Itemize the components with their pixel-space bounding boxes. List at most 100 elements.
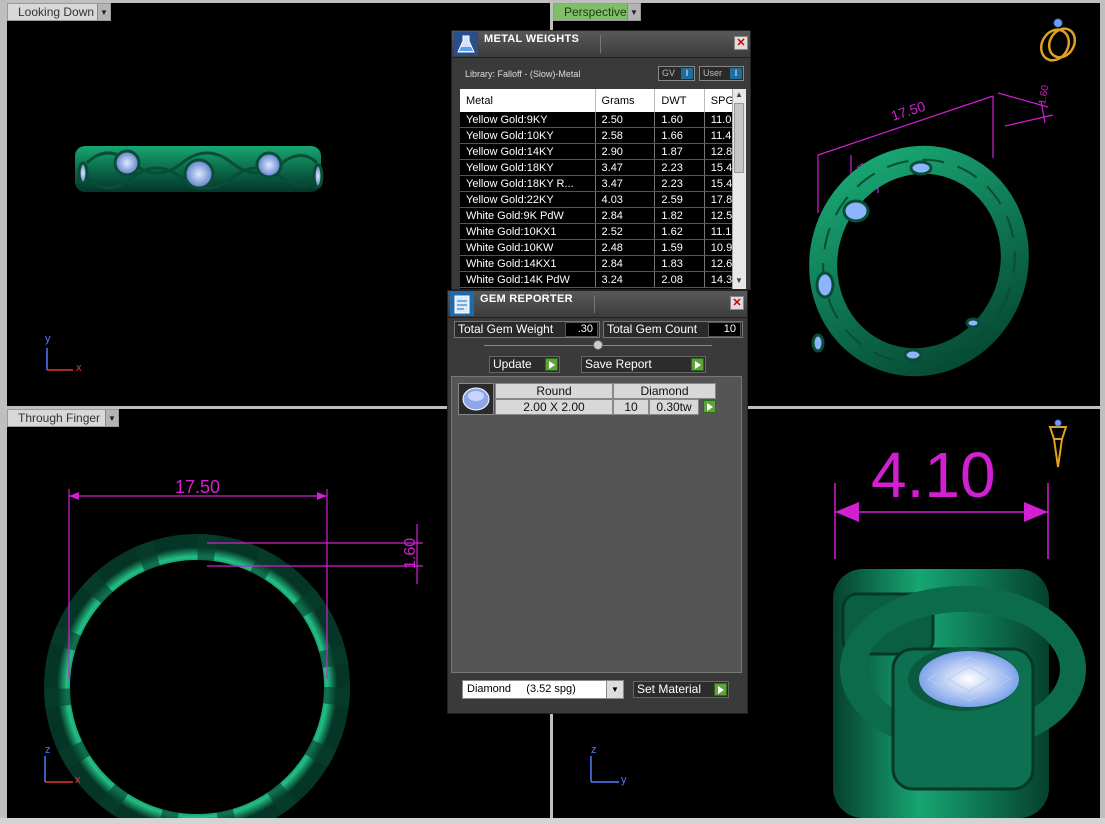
table-cell-grams: 2.50	[595, 112, 656, 128]
table-cell-dwt: 2.23	[654, 175, 705, 192]
table-row[interactable]: White Gold:14KX1 2.84 1.83 12.62	[460, 255, 746, 272]
table-cell-grams: 2.84	[595, 255, 656, 272]
set-material-button[interactable]: Set Material	[633, 681, 729, 698]
table-row[interactable]: White Gold:14K PdW 3.24 2.08 14.37	[460, 271, 746, 288]
toggle-knob-icon: I	[681, 68, 693, 79]
gem-size: 2.00 X 2.00	[495, 399, 613, 415]
library-label: Library: Falloff - (Slow)-Metal	[465, 69, 581, 79]
gv-toggle-label: GV	[662, 68, 676, 78]
table-cell-metal: White Gold:9K PdW	[460, 207, 596, 224]
panel-title: GEM REPORTER	[480, 293, 573, 305]
table-row[interactable]: White Gold:10KW 2.48 1.59 10.99	[460, 239, 746, 256]
material-select[interactable]: Diamond (3.52 spg) ▼	[462, 680, 624, 699]
table-cell-grams: 3.47	[595, 159, 656, 176]
table-cell-metal: Yellow Gold:18KY R...	[460, 175, 596, 192]
table-row[interactable]: Yellow Gold:10KY 2.58 1.66 11.45	[460, 127, 746, 144]
scroll-down-icon[interactable]: ▼	[733, 276, 745, 288]
table-row[interactable]: White Gold:10KX1 2.52 1.62 11.18	[460, 223, 746, 240]
gem-row-go-button[interactable]	[700, 400, 716, 415]
table-cell-dwt: 1.82	[654, 207, 705, 224]
axis-x-label: x	[75, 774, 81, 786]
table-cell-grams: 2.90	[595, 143, 656, 160]
table-cell-grams: 3.24	[595, 271, 656, 288]
table-cell-dwt: 1.60	[654, 112, 705, 128]
table-cell-dwt: 2.59	[654, 191, 705, 208]
dim-side-band: 4.10	[871, 439, 996, 511]
table-cell-grams: 3.47	[595, 175, 656, 192]
scroll-up-icon[interactable]: ▲	[733, 90, 745, 102]
table-cell-dwt: 2.23	[654, 159, 705, 176]
scroll-thumb[interactable]	[734, 103, 744, 173]
gem-material: Diamond	[613, 383, 716, 399]
update-button-label: Update	[493, 357, 532, 371]
column-header-metal[interactable]: Metal	[460, 89, 596, 112]
table-header-row: Metal Grams DWT SPG	[460, 89, 746, 112]
table-row[interactable]: Yellow Gold:14KY 2.90 1.87 12.88	[460, 143, 746, 160]
table-cell-grams: 2.48	[595, 239, 656, 256]
metal-weights-panel[interactable]: METAL WEIGHTS ✕ Library: Falloff - (Slow…	[451, 30, 751, 290]
play-arrow-icon	[691, 358, 704, 371]
dim-through-width: 17.50	[175, 477, 220, 497]
user-toggle-label: User	[703, 68, 723, 78]
gem-reporter-titlebar[interactable]: GEM REPORTER ✕	[448, 291, 747, 318]
gem-row[interactable]: Round Diamond 2.00 X 2.00 10 0.30tw	[458, 383, 720, 417]
user-toggle[interactable]: User I	[699, 66, 744, 81]
viewport-label-text: Perspective	[564, 5, 627, 19]
dim-perspective-thickness: 1.60	[1037, 84, 1051, 106]
table-cell-dwt: 2.08	[654, 271, 705, 288]
table-row[interactable]: Yellow Gold:22KY 4.03 2.59 17.89	[460, 191, 746, 208]
total-gem-weight-value: .30	[565, 322, 598, 337]
close-icon[interactable]: ✕	[730, 296, 744, 310]
chevron-down-icon[interactable]: ▼	[606, 681, 623, 698]
axis-y-label: y	[621, 774, 627, 786]
chevron-down-icon[interactable]: ▼	[97, 4, 110, 20]
total-gem-count-value: 10	[708, 322, 741, 337]
table-cell-metal: Yellow Gold:22KY	[460, 191, 596, 208]
chevron-down-icon[interactable]: ▼	[105, 410, 118, 426]
table-cell-grams: 4.03	[595, 191, 656, 208]
table-cell-metal: Yellow Gold:9KY	[460, 112, 596, 128]
update-button[interactable]: Update	[489, 356, 560, 373]
splitter-knob-icon[interactable]	[593, 340, 603, 350]
column-header-grams[interactable]: Grams	[595, 89, 656, 112]
metal-table-container: Metal Grams DWT SPG Yellow Gold:9KY 2.50 1…	[460, 89, 746, 289]
play-arrow-icon	[714, 683, 727, 696]
dim-through-thickness: 1.60	[402, 538, 419, 569]
table-cell-dwt: 1.59	[654, 239, 705, 256]
table-cell-dwt: 1.83	[654, 255, 705, 272]
table-row[interactable]: White Gold:9K PdW 2.84 1.82 12.59	[460, 207, 746, 224]
table-row[interactable]: Yellow Gold:9KY 2.50 1.60 11.08	[460, 112, 746, 128]
axis-z-label: z	[45, 744, 51, 756]
viewport-label-perspective[interactable]: Perspective ▼	[553, 3, 641, 21]
viewport-label-through-finger[interactable]: Through Finger ▼	[7, 409, 119, 427]
axis-z-label: z	[591, 744, 597, 756]
metal-weights-titlebar[interactable]: METAL WEIGHTS ✕	[452, 31, 750, 58]
gem-reporter-panel[interactable]: GEM REPORTER ✕ Total Gem Weight .30 Tota…	[447, 290, 748, 714]
play-arrow-icon	[545, 358, 558, 371]
panel-title: METAL WEIGHTS	[484, 33, 580, 45]
metal-weights-body: Yellow Gold:9KY 2.50 1.60 11.08 Yellow Gold:…	[460, 112, 746, 288]
round-diamond-thumbnail	[458, 383, 494, 415]
table-row[interactable]: Yellow Gold:18KY 3.47 2.23 15.41	[460, 159, 746, 176]
chevron-down-icon[interactable]: ▼	[627, 4, 640, 20]
table-row[interactable]: Yellow Gold:18KY R... 3.47 2.23 15.41	[460, 175, 746, 192]
toggle-knob-icon: I	[730, 68, 742, 79]
save-report-button[interactable]: Save Report	[581, 356, 706, 373]
gem-count: 10	[613, 399, 649, 415]
close-icon[interactable]: ✕	[734, 36, 748, 50]
viewport-label-looking-down[interactable]: Looking Down ▼	[7, 3, 111, 21]
metal-weights-table: Metal Grams DWT SPG Yellow Gold:9KY 2.50 1…	[460, 89, 746, 288]
round-gem-icon	[462, 387, 490, 411]
table-cell-grams: 2.84	[595, 207, 656, 224]
column-header-dwt[interactable]: DWT	[654, 89, 705, 112]
gv-toggle[interactable]: GV I	[658, 66, 695, 81]
axis-y-label: y	[45, 333, 51, 345]
viewport-label-text: Through Finger	[18, 411, 101, 425]
table-cell-metal: Yellow Gold:18KY	[460, 159, 596, 176]
metal-table-scrollbar[interactable]: ▲ ▼	[732, 89, 746, 289]
flask-icon	[454, 32, 478, 56]
gem-weight: 0.30tw	[649, 399, 699, 415]
play-arrow-icon	[703, 400, 716, 413]
report-icon	[450, 292, 474, 316]
table-cell-metal: White Gold:10KW	[460, 239, 596, 256]
